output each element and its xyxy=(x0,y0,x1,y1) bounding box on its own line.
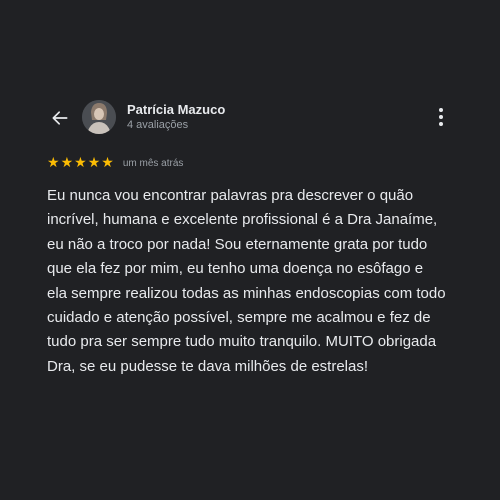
reviewer-name[interactable]: Patrícia Mazuco xyxy=(127,102,225,117)
star-icon: ★ xyxy=(74,155,87,171)
more-vertical-icon-dot xyxy=(439,115,443,119)
star-icon: ★ xyxy=(60,155,74,171)
star-icon: ★ xyxy=(101,155,114,171)
review-header: Patrícia Mazuco 4 avaliações xyxy=(0,96,500,140)
reviewer-review-count: 4 avaliações xyxy=(127,119,189,131)
more-vertical-icon-dot xyxy=(439,122,443,126)
arrow-left-icon xyxy=(52,111,68,125)
star-rating: ★ ★ ★ ★ ★ xyxy=(47,156,114,170)
star-icon: ★ xyxy=(87,155,101,171)
review-time: um mês atrás xyxy=(122,157,184,169)
back-button[interactable] xyxy=(48,106,72,130)
review-text: Eu nunca vou encontrar palavras pra desc… xyxy=(47,187,446,375)
rating-row: ★ ★ ★ ★ ★ um mês atrás xyxy=(47,154,183,172)
more-vertical-icon xyxy=(439,108,443,112)
avatar[interactable] xyxy=(82,100,116,134)
star-icon: ★ xyxy=(47,155,60,171)
more-options-button[interactable] xyxy=(432,106,450,128)
